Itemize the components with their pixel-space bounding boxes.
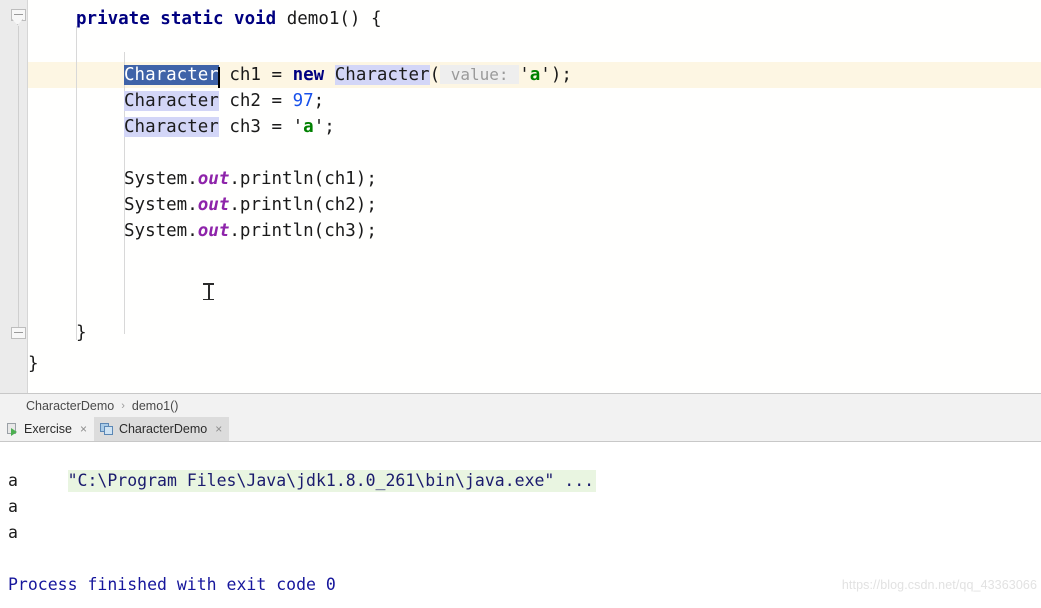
code-token: ; [324,117,335,137]
code-token: .println(ch2); [229,195,377,215]
code-token: out [197,169,230,189]
line-println-ch3: System.out.println(ch3); [124,218,377,244]
line-ch1-declaration: Character ch1 = new Character( value: 'a… [124,62,572,88]
close-icon[interactable]: × [215,423,222,435]
code-token: out [197,195,230,215]
code-token: .println(ch3); [229,221,377,241]
breadcrumb-separator-icon: › [121,399,125,412]
code-token: new [292,65,325,85]
code-token: System. [124,221,198,241]
breadcrumb-class[interactable]: CharacterDemo [26,399,114,413]
source-code-text[interactable]: private static void demo1() { Character c… [0,0,1041,393]
code-token: System. [124,169,198,189]
stacked-windows-icon [99,422,114,436]
code-token: } [76,323,87,343]
run-tab-label: CharacterDemo [118,422,208,436]
breadcrumb[interactable]: CharacterDemo › demo1() [0,393,1041,417]
code-token: } [28,354,39,374]
code-token: .println(ch1); [229,169,377,189]
run-tab-characterdemo[interactable]: CharacterDemo × [93,417,230,441]
occurrence-highlight: Character [124,117,219,137]
run-configuration-icon [6,422,19,436]
console-exit-message: Process finished with exit code 0 [8,575,336,594]
code-editor-pane[interactable]: private static void demo1() { Character c… [0,0,1041,393]
line-println-ch2: System.out.println(ch2); [124,192,377,218]
char-literal: 'a' [292,117,325,137]
console-command-line: "C:\Program Files\Java\jdk1.8.0_261\bin\… [8,442,597,520]
run-tab-label: Exercise [24,422,72,436]
mouse-ibeam-cursor [203,282,214,301]
intellij-idea-window: private static void demo1() { Character c… [0,0,1041,608]
close-icon[interactable]: × [80,423,87,435]
code-token: ch3 = [218,117,293,137]
code-token: ch2 = [218,91,293,111]
line-ch2-declaration: Character ch2 = 97; [124,88,324,114]
code-token: demo1() { [286,9,382,29]
char-literal: 'a' [519,65,551,85]
selected-word: Character [124,65,220,88]
code-token: ( [429,65,441,85]
breadcrumb-method[interactable]: demo1() [132,399,179,413]
line-close-class: } [28,351,39,377]
run-tab-exercise[interactable]: Exercise × [0,417,94,441]
occurrence-highlight: Character [124,91,219,111]
parameter-name-hint: value: [440,65,520,84]
console-output-line-3: a [8,523,18,542]
text-caret [217,67,220,88]
code-token: ); [550,65,572,85]
console-command-text: "C:\Program Files\Java\jdk1.8.0_261\bin\… [67,470,597,492]
line-ch3-declaration: Character ch3 = 'a'; [124,114,335,140]
line-println-ch1: System.out.println(ch1); [124,166,377,192]
code-token: 97 [292,91,314,111]
line-close-method: } [76,320,87,346]
code-token: ; [313,91,325,111]
watermark-text: https://blog.csdn.net/qq_43363066 [841,578,1037,592]
console-output-line-2: a [8,497,18,516]
occurrence-highlight: Character [334,65,430,85]
code-token: private static void [76,9,287,29]
console-output-line-1: a [8,471,18,490]
code-token: System. [124,195,198,215]
code-token: out [197,221,230,241]
code-token: ch1 = [218,65,293,85]
line-method-signature: private static void demo1() { [76,6,382,32]
run-tool-window-tabs[interactable]: Exercise × CharacterDemo × [0,417,1041,442]
